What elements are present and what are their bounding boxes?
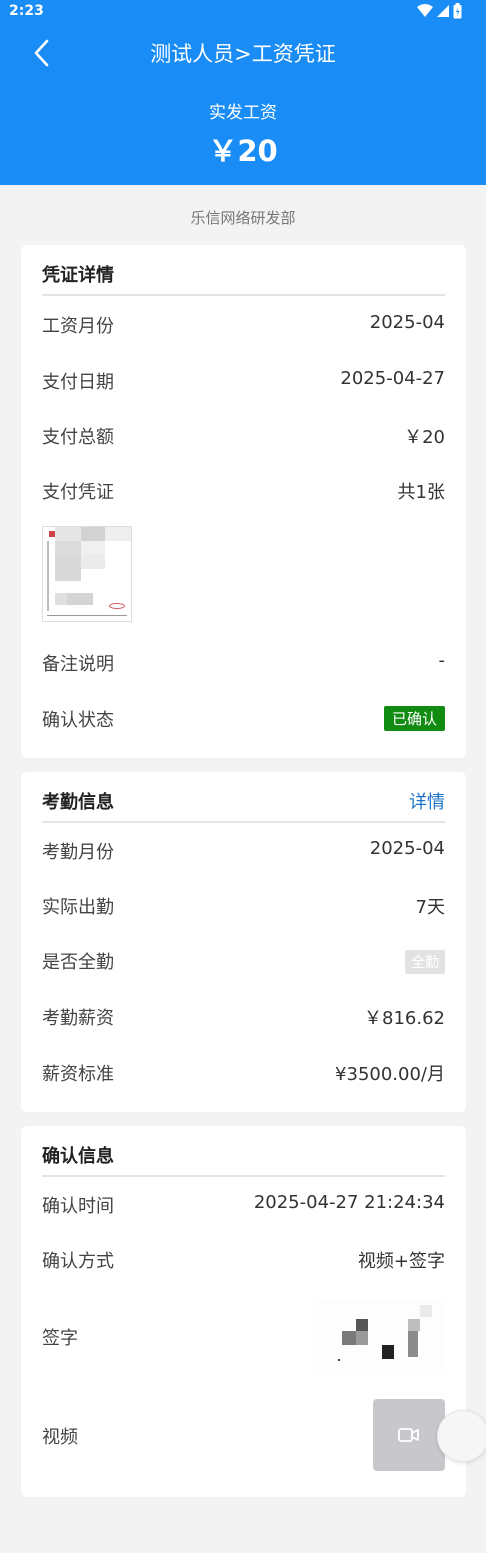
page-title: 测试人员>工资凭证: [150, 42, 336, 66]
signature-image[interactable]: [314, 1301, 445, 1374]
attendance-salary-value: ￥816.62: [364, 1008, 445, 1029]
voucher-card-title: 凭证详情: [42, 265, 114, 286]
signature-blur: [382, 1345, 394, 1359]
divider: [42, 294, 445, 296]
voucher-blur: [55, 555, 81, 581]
battery-icon: [453, 3, 462, 19]
company-name: 乐信网络研发部: [190, 209, 296, 227]
pay-date-label: 支付日期: [42, 372, 114, 393]
salary-month-value: 2025-04: [369, 312, 445, 333]
video-thumbnail[interactable]: [373, 1399, 445, 1471]
pay-voucher-label: 支付凭证: [42, 482, 114, 503]
attendance-month-label: 考勤月份: [42, 842, 114, 863]
attendance-month-value: 2025-04: [369, 838, 445, 859]
signature-blur: [356, 1331, 368, 1345]
pay-voucher-count: 共1张: [397, 482, 445, 503]
floating-assistant-button[interactable]: [437, 1410, 486, 1462]
confirm-method-value: 视频+签字: [357, 1251, 445, 1272]
confirm-card: 确认信息 确认时间 2025-04-27 21:24:34 确认方式 视频+签字…: [21, 1126, 466, 1497]
net-salary-value: ￥20: [208, 134, 278, 168]
signature-blur: [408, 1331, 418, 1357]
voucher-thumbnail[interactable]: [42, 526, 132, 622]
pay-total-label: 支付总额: [42, 427, 114, 448]
signature-blur: [338, 1359, 340, 1361]
actual-attendance-value: 7天: [415, 897, 445, 918]
attendance-salary-label: 考勤薪资: [42, 1008, 114, 1029]
status-bar: 2:23: [0, 0, 486, 24]
remark-value: -: [438, 650, 446, 671]
voucher-blur: [55, 541, 81, 555]
full-attendance-label: 是否全勤: [42, 952, 114, 973]
status-icons: [417, 3, 462, 19]
video-camera-icon: [398, 1428, 419, 1442]
video-label: 视频: [42, 1427, 78, 1448]
header: 2:23 测试人员>工资凭证 实发工资 ￥20: [0, 0, 486, 185]
signature-blur: [420, 1305, 432, 1317]
salary-standard-value: ¥3500.00/月: [335, 1064, 445, 1085]
signal-icon: [437, 5, 449, 17]
signature-blur: [356, 1319, 368, 1331]
signature-blur: [408, 1319, 420, 1331]
confirm-time-value: 2025-04-27 21:24:34: [253, 1192, 445, 1213]
voucher-blur: [81, 555, 105, 569]
wifi-icon: [417, 4, 433, 17]
confirm-card-title: 确认信息: [42, 1146, 114, 1167]
full-attendance-badge: 全勤: [405, 950, 445, 974]
voucher-blur: [55, 527, 81, 541]
voucher-blur: [67, 593, 93, 605]
voucher-edge: [47, 615, 127, 616]
salary-month-label: 工资月份: [42, 316, 114, 337]
net-salary-label: 实发工资: [209, 103, 277, 123]
attendance-card: 考勤信息 详情 考勤月份 2025-04 实际出勤 7天 是否全勤 全勤 考勤薪…: [21, 772, 466, 1112]
pay-total-value: ￥20: [404, 427, 445, 448]
divider: [42, 821, 445, 823]
signature-blur: [342, 1331, 356, 1345]
voucher-stamp: [109, 603, 125, 609]
confirm-status-label: 确认状态: [42, 710, 114, 731]
divider: [42, 1175, 445, 1177]
status-badge: 已确认: [383, 706, 445, 731]
voucher-blur: [81, 527, 105, 541]
voucher-blur: [105, 527, 131, 541]
voucher-card: 凭证详情 工资月份 2025-04 支付日期 2025-04-27 支付总额 ￥…: [21, 245, 466, 758]
remark-label: 备注说明: [42, 654, 114, 675]
confirm-time-label: 确认时间: [42, 1196, 114, 1217]
voucher-blur: [81, 541, 105, 555]
confirm-method-label: 确认方式: [42, 1251, 114, 1272]
attendance-detail-link[interactable]: 详情: [409, 788, 445, 814]
pay-date-value: 2025-04-27: [340, 368, 445, 389]
voucher-edge: [47, 541, 49, 611]
signature-label: 签字: [42, 1328, 78, 1349]
actual-attendance-label: 实际出勤: [42, 897, 114, 918]
attendance-card-title: 考勤信息: [42, 792, 114, 813]
salary-standard-label: 薪资标准: [42, 1064, 114, 1085]
status-time: 2:23: [9, 3, 44, 19]
voucher-blur: [55, 593, 67, 605]
